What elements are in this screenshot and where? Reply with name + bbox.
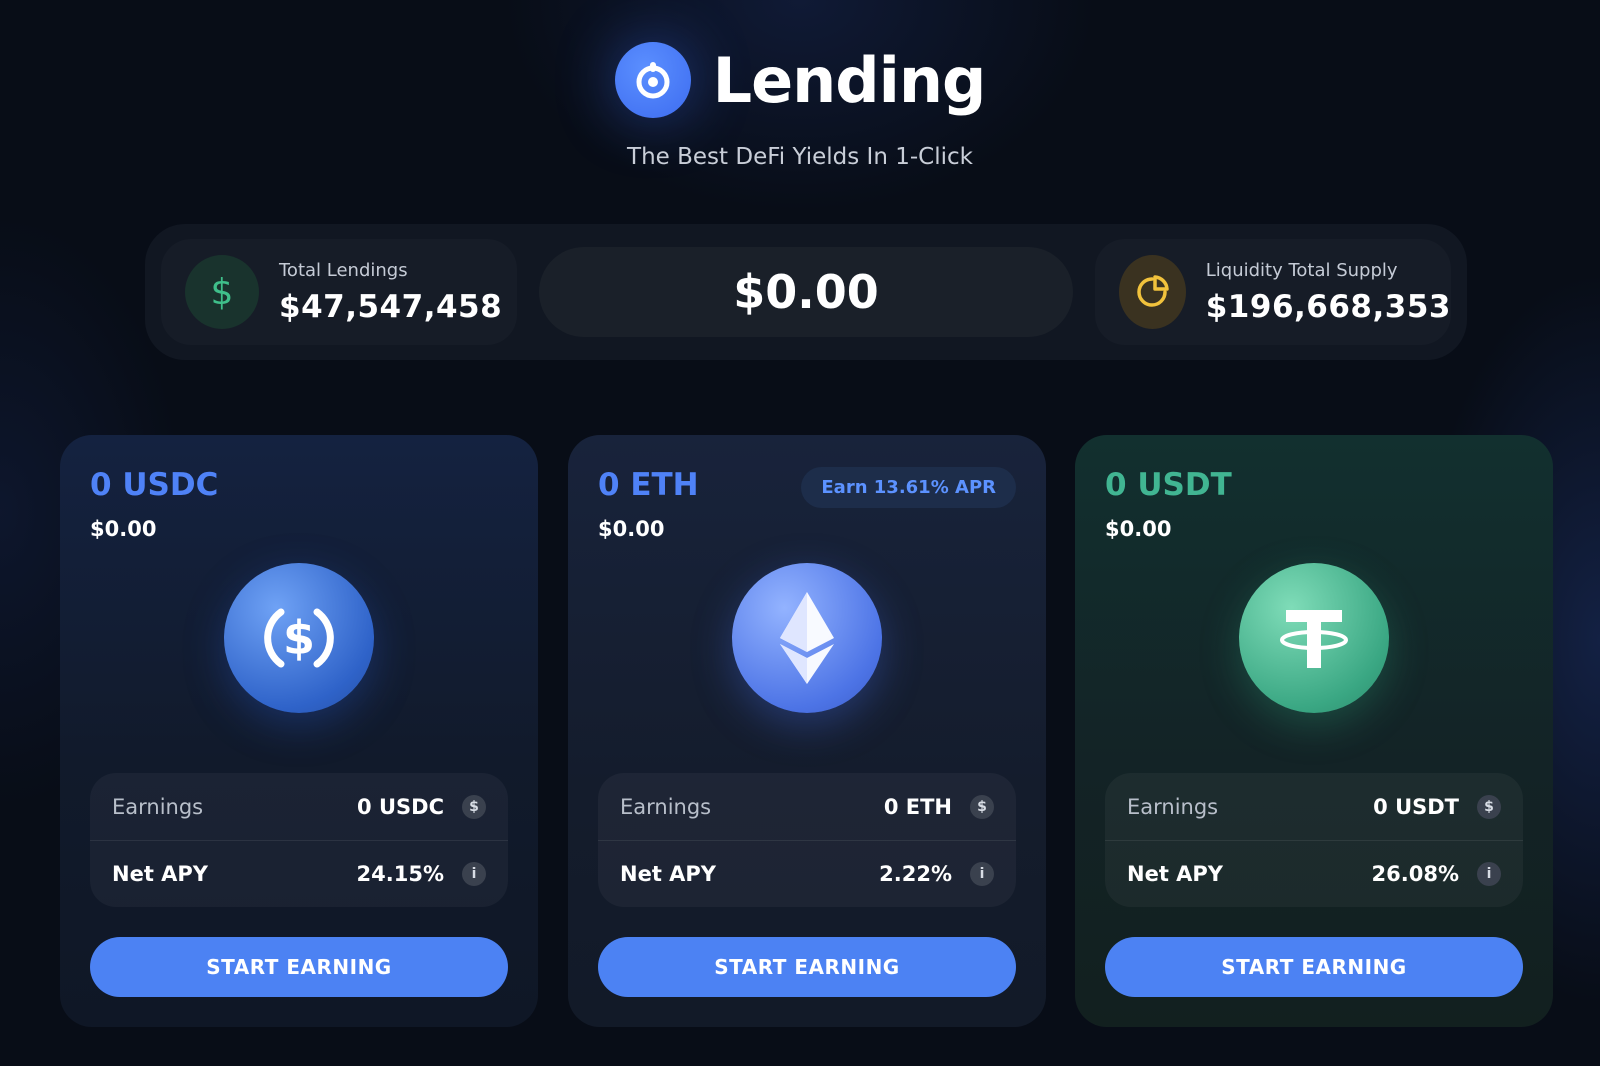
- eth-earnings-row: Earnings 0 ETH $: [598, 773, 1016, 840]
- total-lendings-value: $47,547,458: [279, 288, 503, 325]
- dollar-icon: $: [1477, 794, 1501, 819]
- usdc-lending-card: 0 USDC $0.00 $ Earnings 0 USDC $ Net APY…: [60, 435, 538, 1027]
- eth-apy-value: 2.22%: [879, 862, 952, 886]
- info-icon[interactable]: i: [462, 862, 486, 886]
- usdt-amount: 0 USDT: [1105, 467, 1232, 503]
- apr-badge: Earn 13.61% APR: [801, 467, 1016, 508]
- eth-info-box: Earnings 0 ETH $ Net APY 2.22% i: [598, 773, 1016, 907]
- usdt-earnings-value: 0 USDT: [1373, 794, 1459, 819]
- usdc-earnings-row: Earnings 0 USDC $: [90, 773, 508, 840]
- page-header: Lending The Best DeFi Yields In 1-Click: [0, 42, 1600, 170]
- usdc-usd-value: $0.00: [90, 517, 157, 541]
- eth-start-earning-button[interactable]: START EARNING: [598, 937, 1016, 997]
- usdc-apy-row: Net APY 24.15% i: [90, 840, 508, 907]
- usdc-amount: 0 USDC: [90, 467, 219, 503]
- usdc-apy-value: 24.15%: [356, 862, 444, 886]
- net-apy-label: Net APY: [1127, 862, 1224, 886]
- eth-usd-value: $0.00: [598, 517, 665, 541]
- total-lendings-card: $ Total Lendings $47,547,458: [161, 239, 517, 345]
- lending-logo-icon: [614, 42, 691, 118]
- stats-bar: $ Total Lendings $47,547,458 $0.00 Liqui…: [145, 224, 1467, 360]
- liquidity-supply-label: Liquidity Total Supply: [1205, 259, 1398, 281]
- page-title: Lending: [712, 43, 987, 117]
- earnings-label: Earnings: [112, 794, 204, 819]
- earnings-label: Earnings: [620, 794, 712, 819]
- info-icon[interactable]: i: [1477, 862, 1501, 886]
- liquidity-supply-card: Liquidity Total Supply $196,668,353: [1095, 239, 1451, 345]
- balance-display: $0.00: [539, 247, 1073, 337]
- eth-lending-card: 0 ETH Earn 13.61% APR $0.00 Earnings 0 E…: [568, 435, 1046, 1027]
- liquidity-supply-value: $196,668,353: [1205, 288, 1451, 325]
- usdt-start-earning-button[interactable]: START EARNING: [1105, 937, 1523, 997]
- eth-coin-icon: [732, 563, 882, 713]
- eth-earnings-value: 0 ETH: [883, 794, 952, 819]
- pie-chart-icon: [1119, 255, 1186, 329]
- dollar-icon: $: [185, 255, 259, 329]
- usdt-usd-value: $0.00: [1105, 517, 1172, 541]
- net-apy-label: Net APY: [112, 862, 209, 886]
- net-apy-label: Net APY: [620, 862, 717, 886]
- earnings-label: Earnings: [1127, 794, 1219, 819]
- usdt-lending-card: 0 USDT $0.00 Earnings 0 USDT $ Net APY 2…: [1075, 435, 1553, 1027]
- page-subtitle: The Best DeFi Yields In 1-Click: [627, 144, 973, 170]
- usdc-info-box: Earnings 0 USDC $ Net APY 24.15% i: [90, 773, 508, 907]
- usdt-apy-row: Net APY 26.08% i: [1105, 840, 1523, 907]
- usdt-earnings-row: Earnings 0 USDT $: [1105, 773, 1523, 840]
- usdt-coin-icon: [1239, 563, 1389, 713]
- svg-text:$: $: [283, 611, 315, 665]
- usdt-info-box: Earnings 0 USDT $ Net APY 26.08% i: [1105, 773, 1523, 907]
- info-icon[interactable]: i: [970, 862, 994, 886]
- eth-apy-row: Net APY 2.22% i: [598, 840, 1016, 907]
- usdc-earnings-value: 0 USDC: [357, 794, 444, 819]
- usdt-apy-value: 26.08%: [1371, 862, 1459, 886]
- brand: Lending: [0, 42, 1600, 118]
- usdc-start-earning-button[interactable]: START EARNING: [90, 937, 508, 997]
- usdc-coin-icon: $: [224, 563, 374, 713]
- dollar-icon: $: [462, 794, 486, 819]
- dollar-icon: $: [970, 794, 994, 819]
- total-lendings-label: Total Lendings: [279, 259, 408, 281]
